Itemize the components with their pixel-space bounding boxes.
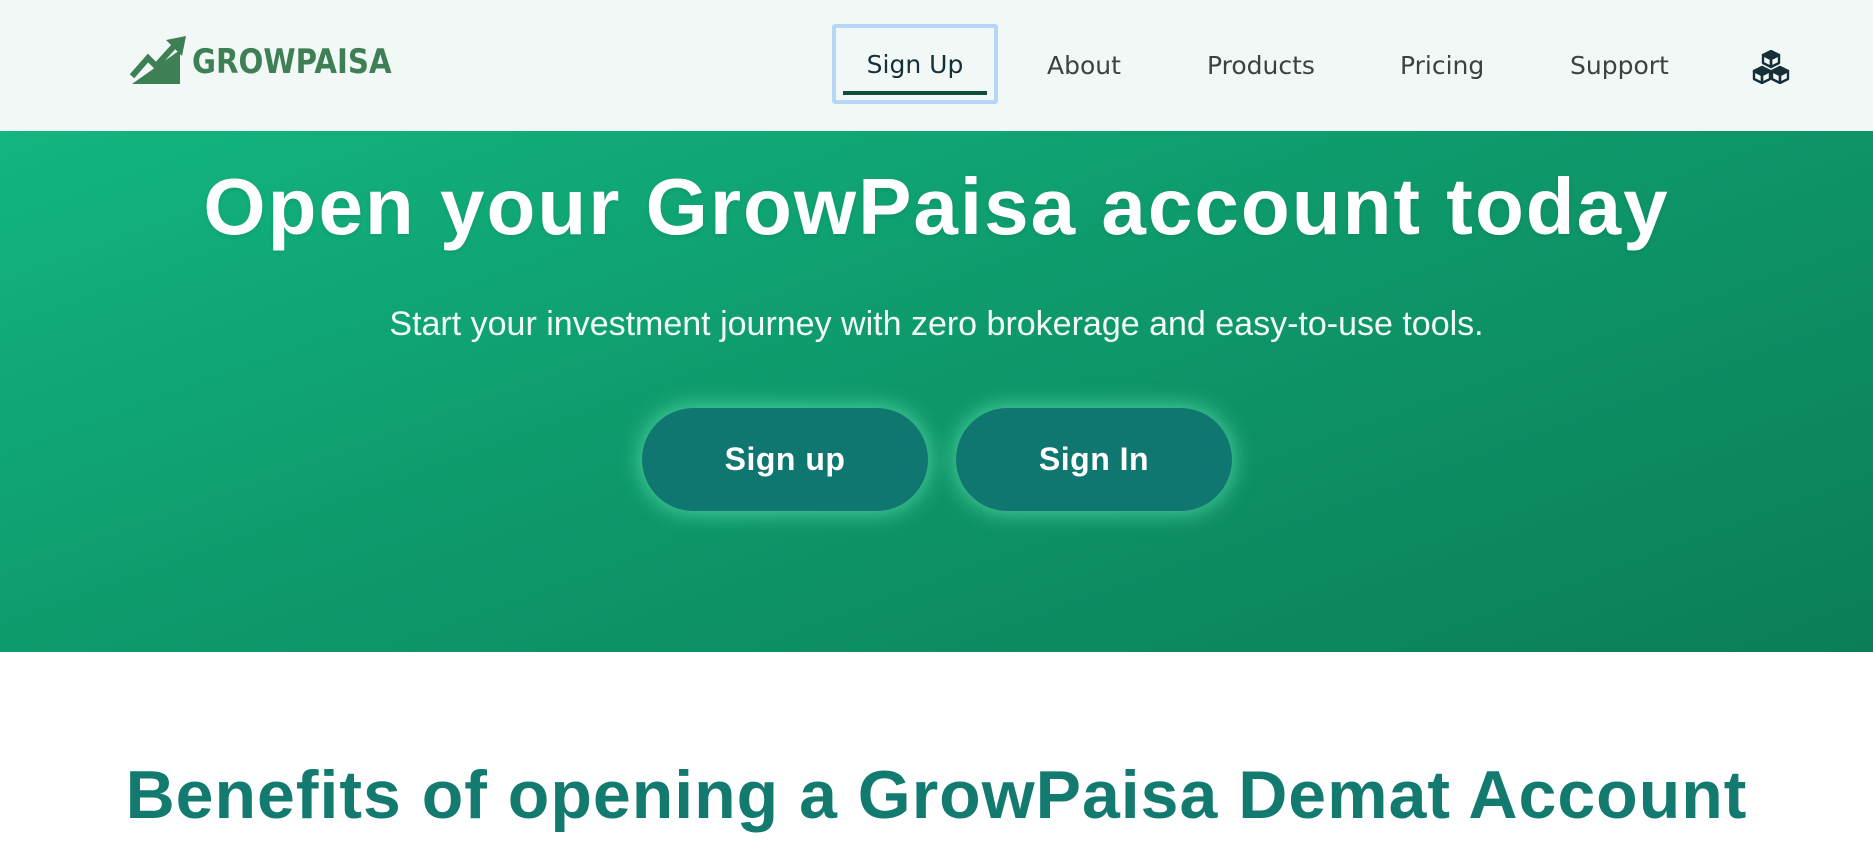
nav-products-label: Products: [1207, 51, 1315, 80]
nav-support[interactable]: Support: [1570, 0, 1669, 131]
nav-pricing[interactable]: Pricing: [1400, 0, 1484, 131]
brand-name: GROWPAISA: [192, 42, 392, 82]
hero-section: Open your GrowPaisa account today Start …: [0, 131, 1873, 652]
hero-title: Open your GrowPaisa account today: [203, 162, 1670, 251]
nav-about[interactable]: About: [1047, 0, 1121, 131]
sign-up-button[interactable]: Sign up: [642, 408, 928, 511]
nav-sign-up-label: Sign Up: [866, 49, 964, 79]
nav-sign-up[interactable]: Sign Up: [832, 24, 998, 104]
hero-subtitle: Start your investment journey with zero …: [389, 305, 1484, 343]
active-underline: [843, 91, 987, 95]
growth-chart-icon: [130, 36, 186, 84]
nav-products[interactable]: Products: [1207, 0, 1315, 131]
nav-about-label: About: [1047, 51, 1121, 80]
sign-up-button-label: Sign up: [724, 441, 846, 477]
nav-pricing-label: Pricing: [1400, 51, 1485, 80]
nav-support-label: Support: [1570, 51, 1669, 80]
sign-in-button-label: Sign In: [1038, 441, 1150, 477]
benefits-heading: Benefits of opening a GrowPaisa Demat Ac…: [125, 757, 1748, 833]
cubes-icon[interactable]: [1752, 50, 1790, 84]
brand-logo[interactable]: GROWPAISA: [130, 36, 424, 88]
sign-in-button[interactable]: Sign In: [956, 408, 1232, 511]
top-navbar: GROWPAISA Sign Up About Products Pricing…: [0, 0, 1873, 131]
